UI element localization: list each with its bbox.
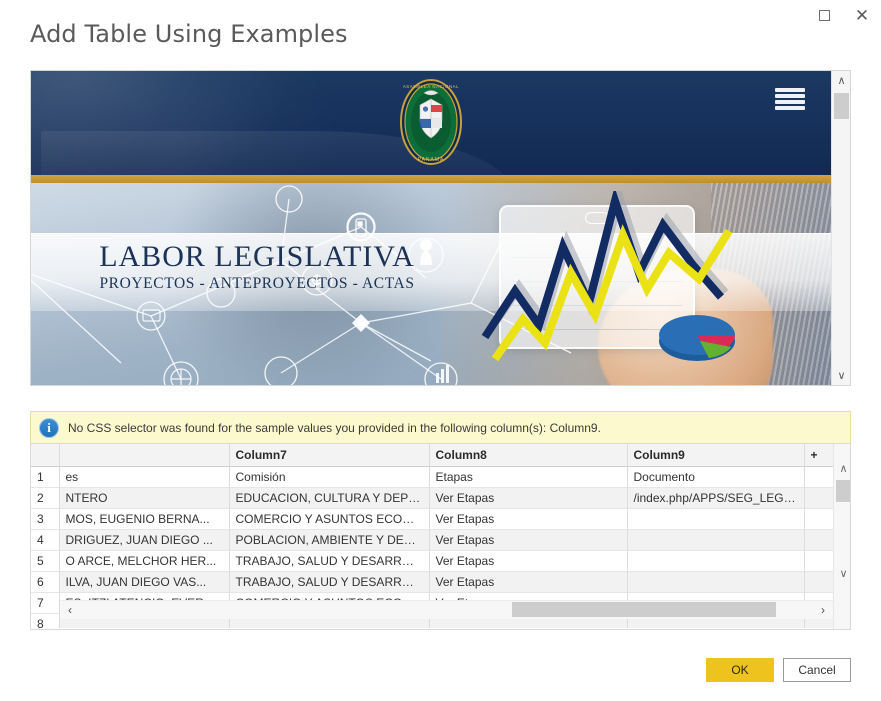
web-preview-content: ASAMBLEA NACIONAL PANAMA LABOR LEGISLATI…	[31, 71, 831, 385]
row-number: 6	[31, 571, 60, 593]
row-number-header	[31, 444, 60, 467]
cell-column7[interactable]: EDUCACION, CULTURA Y DEPORT...	[229, 487, 430, 509]
row-number: 8	[31, 613, 60, 628]
table-vscroll-thumb[interactable]	[836, 480, 850, 502]
table-vertical-scrollbar[interactable]: ∧ ∨	[833, 444, 850, 629]
notification-bar: i No CSS selector was found for the samp…	[30, 411, 851, 444]
cell-column8[interactable]: Ver Etapas	[429, 487, 628, 509]
hero-title: LABOR LEGISLATIVA	[99, 240, 415, 273]
column-header-9[interactable]: Column9	[627, 444, 805, 467]
table-hscroll-track[interactable]	[80, 601, 813, 619]
cell-column6[interactable]: O ARCE, MELCHOR HER...	[59, 550, 230, 572]
cell-column8[interactable]: Ver Etapas	[429, 571, 628, 593]
table-header-row: Column7 Column8 Column9 +	[31, 444, 833, 467]
cell-column9[interactable]	[627, 508, 805, 530]
table-row[interactable]: 5 O ARCE, MELCHOR HER... TRABAJO, SALUD …	[31, 550, 833, 572]
table-scroll-down-button[interactable]: ∨	[834, 564, 850, 583]
cell-column6[interactable]: NTERO	[59, 487, 230, 509]
row-number: 3	[31, 508, 60, 530]
cell-spacer	[804, 571, 833, 593]
cell-column7[interactable]: Comisión	[229, 466, 430, 488]
table-row[interactable]: 2 NTERO EDUCACION, CULTURA Y DEPORT... V…	[31, 487, 833, 509]
row-number: 4	[31, 529, 60, 551]
gold-divider-bar	[31, 175, 831, 183]
add-column-button[interactable]: +	[804, 444, 833, 467]
preview-scroll-down-button[interactable]: ∨	[832, 366, 850, 385]
cell-column7[interactable]: TRABAJO, SALUD Y DESARROLLO ...	[229, 550, 430, 572]
cell-column6[interactable]: es	[59, 466, 230, 488]
cell-spacer	[804, 487, 833, 509]
hero-subtitle: PROYECTOS - ANTEPROYECTOS - ACTAS	[99, 274, 415, 292]
menu-bar-1	[775, 88, 805, 92]
window-controls: ✕	[805, 0, 881, 30]
menu-bar-4	[775, 106, 805, 110]
hero-banner: LABOR LEGISLATIVA PROYECTOS - ANTEPROYEC…	[31, 183, 831, 385]
preview-scrollbar-thumb[interactable]	[834, 93, 849, 119]
cell-spacer	[804, 508, 833, 530]
svg-text:ASAMBLEA NACIONAL: ASAMBLEA NACIONAL	[403, 84, 459, 89]
table-row[interactable]: 1 es Comisión Etapas Documento	[31, 466, 833, 488]
sample-table-viewport: Column7 Column8 Column9 + 1 es Comisión …	[31, 444, 833, 628]
column-header-6[interactable]	[59, 444, 230, 467]
cell-column9[interactable]: /index.php/APPS/SEG_LEGIS/PDF_...	[627, 487, 805, 509]
sample-table-area[interactable]: Column7 Column8 Column9 + 1 es Comisión …	[30, 444, 851, 630]
row-number: 1	[31, 466, 60, 488]
cell-column8[interactable]: Ver Etapas	[429, 529, 628, 551]
column-header-7[interactable]: Column7	[229, 444, 430, 467]
cell-column9[interactable]: Documento	[627, 466, 805, 488]
table-horizontal-scrollbar[interactable]: ‹ ›	[60, 600, 833, 619]
maximize-button[interactable]	[805, 1, 843, 29]
cell-column9[interactable]	[627, 571, 805, 593]
cell-column6[interactable]: DRIGUEZ, JUAN DIEGO ...	[59, 529, 230, 551]
menu-bar-2	[775, 94, 805, 98]
table-hscroll-thumb[interactable]	[512, 602, 777, 617]
cell-spacer	[804, 550, 833, 572]
close-button[interactable]: ✕	[843, 1, 881, 29]
row-number: 5	[31, 550, 60, 572]
row-number: 7	[31, 592, 60, 614]
cell-column8[interactable]: Etapas	[429, 466, 628, 488]
dialog-footer: OK Cancel	[706, 658, 851, 682]
cancel-button[interactable]: Cancel	[783, 658, 851, 682]
cell-column7[interactable]: TRABAJO, SALUD Y DESARROLLO ...	[229, 571, 430, 593]
preview-vertical-scrollbar[interactable]: ∧ ∨	[831, 71, 850, 385]
table-scroll-up-button[interactable]: ∧	[834, 459, 850, 478]
table-row[interactable]: 6 ILVA, JUAN DIEGO VAS... TRABAJO, SALUD…	[31, 571, 833, 593]
cell-column6[interactable]: MOS, EUGENIO BERNA...	[59, 508, 230, 530]
svg-text:PANAMA: PANAMA	[418, 157, 445, 163]
ok-button[interactable]: OK	[706, 658, 774, 682]
page-title: Add Table Using Examples	[30, 20, 348, 48]
asamblea-nacional-seal-icon: ASAMBLEA NACIONAL PANAMA	[400, 79, 462, 165]
maximize-icon	[818, 9, 830, 21]
notification-message: No CSS selector was found for the sample…	[68, 420, 601, 435]
menu-bar-3	[775, 100, 805, 104]
table-row[interactable]: 3 MOS, EUGENIO BERNA... COMERCIO Y ASUNT…	[31, 508, 833, 530]
table-scroll-right-button[interactable]: ›	[813, 601, 833, 619]
hamburger-menu-icon[interactable]	[771, 85, 809, 113]
cell-column7[interactable]: POBLACION, AMBIENTE Y DESAR...	[229, 529, 430, 551]
web-preview-pane[interactable]: ASAMBLEA NACIONAL PANAMA LABOR LEGISLATI…	[30, 70, 851, 386]
cell-column8[interactable]: Ver Etapas	[429, 550, 628, 572]
site-header: ASAMBLEA NACIONAL PANAMA	[31, 71, 831, 175]
cell-spacer	[804, 529, 833, 551]
table-scroll-left-button[interactable]: ‹	[60, 601, 80, 619]
cell-column8[interactable]: Ver Etapas	[429, 508, 628, 530]
cell-column9[interactable]	[627, 529, 805, 551]
preview-scroll-up-button[interactable]: ∧	[832, 71, 850, 90]
cell-column6[interactable]: ILVA, JUAN DIEGO VAS...	[59, 571, 230, 593]
column-header-8[interactable]: Column8	[429, 444, 628, 467]
row-number: 2	[31, 487, 60, 509]
info-icon: i	[39, 417, 59, 438]
cell-column7[interactable]: COMERCIO Y ASUNTOS ECONOM...	[229, 508, 430, 530]
pie-chart-graphic	[659, 315, 735, 361]
cell-column9[interactable]	[627, 550, 805, 572]
table-row[interactable]: 4 DRIGUEZ, JUAN DIEGO ... POBLACION, AMB…	[31, 529, 833, 551]
cell-spacer	[804, 466, 833, 488]
close-icon: ✕	[854, 5, 870, 25]
hero-title-group: LABOR LEGISLATIVA PROYECTOS - ANTEPROYEC…	[87, 241, 427, 293]
